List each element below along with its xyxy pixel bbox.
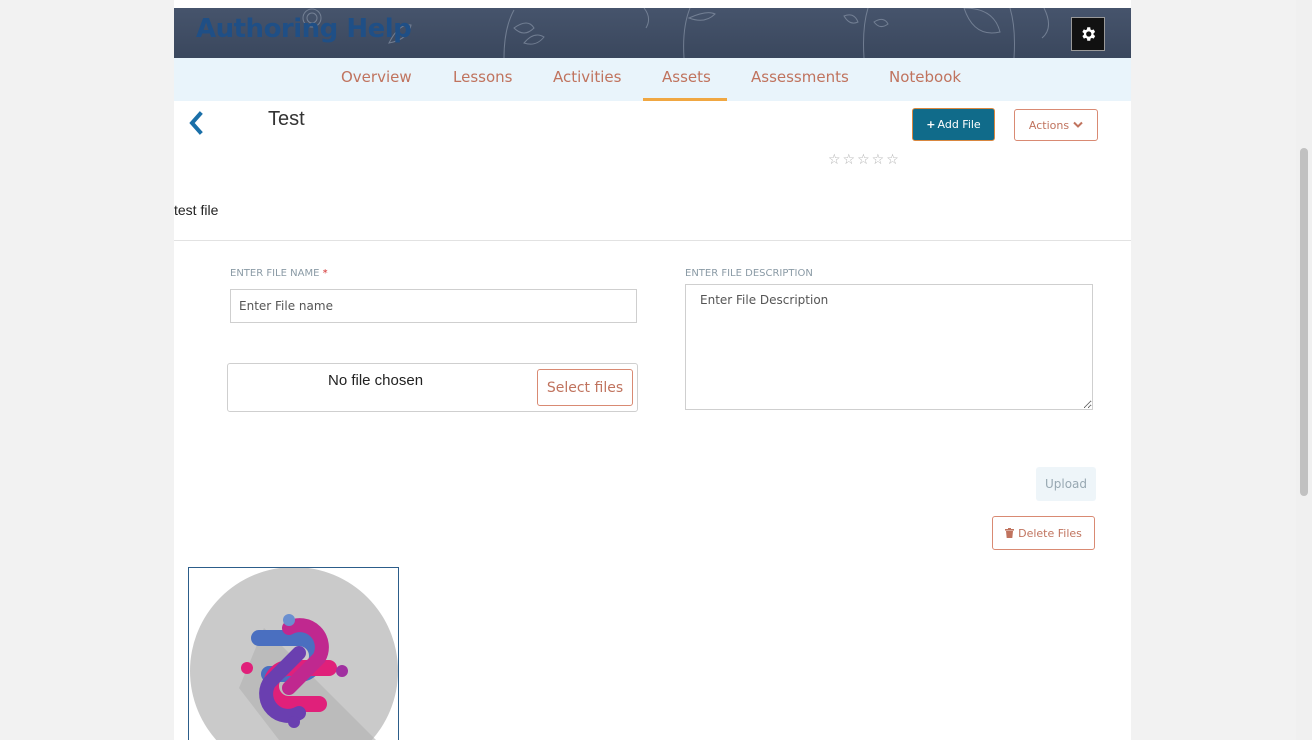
required-marker: * [322,268,328,279]
asset-title: Test [268,108,305,130]
actions-dropdown-button[interactable]: Actions [1014,109,1098,141]
file-picker: No file chosen Select files [227,363,638,412]
file-name-input[interactable] [230,289,637,323]
back-button[interactable] [186,110,206,136]
tab-activities[interactable]: Activities [553,68,621,86]
delete-files-button[interactable]: Delete Files [992,516,1095,550]
delete-files-label: Delete Files [1018,526,1082,540]
file-name-label-text: ENTER FILE NAME [230,268,320,279]
file-description-textarea[interactable] [685,284,1093,410]
page-container: Authoring Help Overview Lessons Activiti… [174,0,1131,740]
add-file-label: Add File [937,118,981,131]
tab-assessments[interactable]: Assessments [751,68,849,86]
course-nav: Overview Lessons Activities Assets Asses… [174,58,1131,101]
active-tab-indicator [643,98,727,101]
tab-notebook[interactable]: Notebook [889,68,961,86]
trash-icon [1005,528,1015,538]
chevron-down-icon [1073,121,1083,128]
chevron-left-icon [189,111,203,135]
settings-button[interactable] [1071,17,1105,51]
file-name-label: ENTER FILE NAME * [230,268,328,279]
upload-button[interactable]: Upload [1036,467,1096,501]
select-files-button[interactable]: Select files [537,369,633,406]
asset-logo-image [190,568,398,740]
plus-icon: + [926,118,936,131]
file-title: test file [174,202,219,218]
file-description-label: ENTER FILE DESCRIPTION [685,268,813,279]
file-status: No file chosen [328,372,424,389]
add-file-button[interactable]: + Add File [912,108,995,141]
vertical-scrollbar[interactable] [1296,0,1312,740]
app-title: Authoring Help [196,14,412,44]
header-banner: Authoring Help [174,8,1131,58]
scrollbar-thumb[interactable] [1300,148,1308,496]
gear-icon [1082,27,1096,41]
tab-overview[interactable]: Overview [341,68,412,86]
rating-stars[interactable]: ☆☆☆☆☆ [828,152,901,168]
actions-label: Actions [1028,118,1070,132]
tab-lessons[interactable]: Lessons [453,68,512,86]
asset-thumbnail[interactable] [188,567,399,740]
tab-assets[interactable]: Assets [662,68,711,86]
section-divider [174,240,1131,241]
